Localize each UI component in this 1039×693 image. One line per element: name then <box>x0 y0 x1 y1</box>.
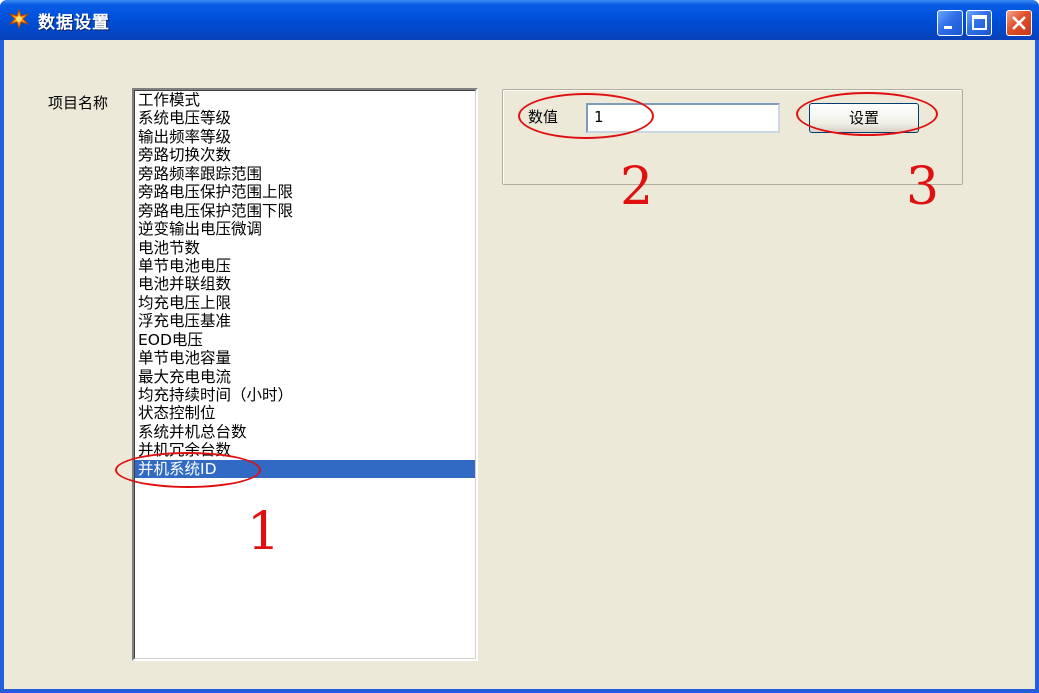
title-bar[interactable]: 数据设置 <box>0 0 1039 40</box>
maximize-icon <box>972 15 987 30</box>
list-item[interactable]: 均充持续时间（小时） <box>135 386 475 404</box>
list-item[interactable]: 系统并机总台数 <box>135 423 475 441</box>
annotation-step-1: 1 <box>247 502 281 562</box>
list-item[interactable]: 状态控制位 <box>135 404 475 422</box>
list-item[interactable]: 单节电池电压 <box>135 257 475 275</box>
list-item[interactable]: EOD电压 <box>135 331 475 349</box>
maximize-button[interactable] <box>966 10 992 36</box>
dialog-window: 数据设置 项目名称 工作模式 系统电压等级 输出频率等级 旁路切换次数 旁路频率… <box>0 0 1039 693</box>
list-item[interactable]: 逆变输出电压微调 <box>135 220 475 238</box>
item-listbox[interactable]: 工作模式 系统电压等级 输出频率等级 旁路切换次数 旁路频率跟踪范围 旁路电压保… <box>132 88 478 661</box>
close-button[interactable] <box>1006 10 1032 36</box>
list-item[interactable]: 电池并联组数 <box>135 275 475 293</box>
annotation-ellipse-2 <box>518 93 654 139</box>
minimize-button[interactable] <box>937 10 963 36</box>
annotation-ellipse-1 <box>115 452 261 488</box>
list-item[interactable]: 工作模式 <box>135 91 475 109</box>
list-item[interactable]: 输出频率等级 <box>135 128 475 146</box>
app-icon <box>9 9 29 29</box>
item-name-label: 项目名称 <box>48 94 109 112</box>
list-item[interactable]: 最大充电电流 <box>135 368 475 386</box>
dialog-client-area: 项目名称 工作模式 系统电压等级 输出频率等级 旁路切换次数 旁路频率跟踪范围 … <box>4 40 1035 689</box>
window-title: 数据设置 <box>38 13 110 33</box>
list-item[interactable]: 单节电池容量 <box>135 349 475 367</box>
list-item[interactable]: 系统电压等级 <box>135 109 475 127</box>
list-item[interactable]: 旁路电压保护范围上限 <box>135 183 475 201</box>
list-item[interactable]: 电池节数 <box>135 239 475 257</box>
list-item[interactable]: 均充电压上限 <box>135 294 475 312</box>
list-item[interactable]: 旁路电压保护范围下限 <box>135 202 475 220</box>
list-item[interactable]: 浮充电压基准 <box>135 312 475 330</box>
list-item[interactable]: 旁路频率跟踪范围 <box>135 165 475 183</box>
item-listbox-frame: 工作模式 系统电压等级 输出频率等级 旁路切换次数 旁路频率跟踪范围 旁路电压保… <box>134 90 476 659</box>
list-item[interactable]: 旁路切换次数 <box>135 146 475 164</box>
annotation-ellipse-3 <box>796 92 938 136</box>
annotation-step-2: 2 <box>620 157 654 217</box>
close-icon <box>1012 16 1026 30</box>
annotation-step-3: 3 <box>906 157 940 217</box>
minimize-icon <box>944 26 952 29</box>
